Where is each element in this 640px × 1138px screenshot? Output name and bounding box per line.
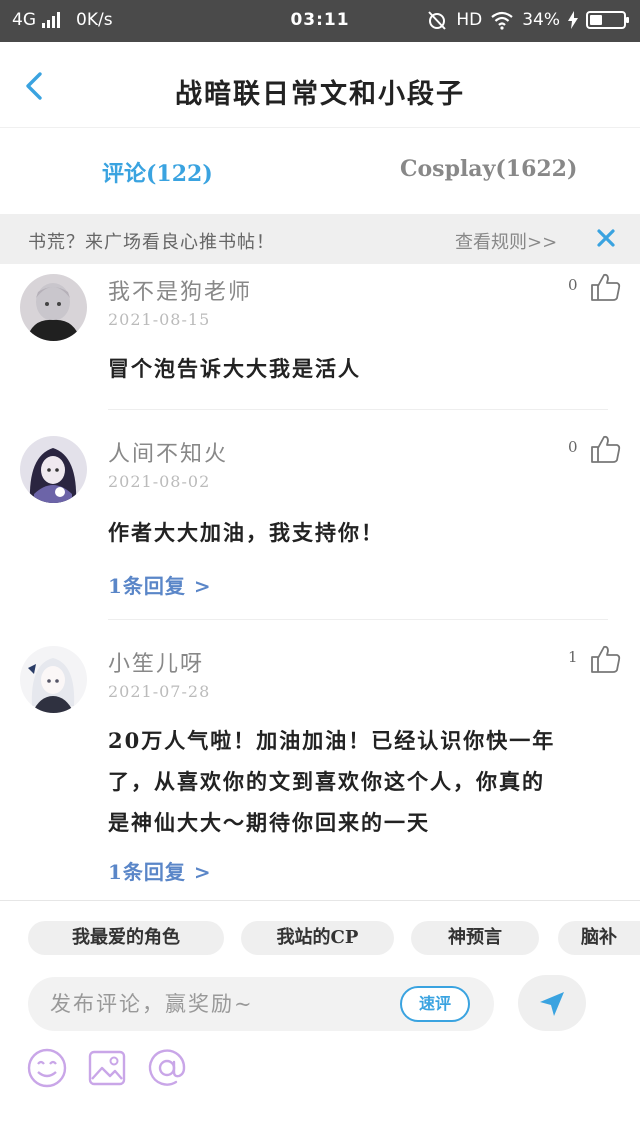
comment-date: 2021-07-28 [108, 682, 211, 701]
wifi-icon [491, 11, 513, 30]
reply-count-link[interactable]: 1条回复 > [108, 856, 212, 885]
like-count: 1 [568, 648, 578, 666]
alarm-off-icon [428, 11, 447, 30]
like-count: 0 [568, 438, 578, 456]
view-rules-link[interactable]: 查看规则>> [455, 228, 557, 254]
page-title: 战暗联日常文和小段子 [175, 79, 465, 110]
topic-chip[interactable]: 脑补 [558, 921, 640, 955]
tab-comments[interactable]: 评论(122) [102, 156, 213, 188]
comment-compose-panel: 我最爱的角色 我站的CP 神预言 脑补 速评 [0, 900, 640, 1138]
mention-icon[interactable] [146, 1047, 188, 1089]
thumbs-up-icon[interactable] [590, 644, 622, 674]
charging-icon [568, 11, 578, 29]
comment-input[interactable] [50, 988, 390, 1020]
status-bar: 4G 0K/s 03:11 HD 34% [0, 0, 640, 42]
comment-content-line: 20万人气啦！加油加油！已经认识你快一年 [108, 728, 556, 753]
avatar[interactable] [20, 646, 87, 713]
battery-icon [586, 11, 629, 29]
like-count: 0 [568, 276, 578, 294]
comment-content: 20万人气啦！加油加油！已经认识你快一年 了，从喜欢你的文到喜欢你这个人，你真的… [108, 720, 608, 843]
thumbs-up-icon[interactable] [590, 272, 622, 302]
quick-comment-button[interactable]: 速评 [400, 986, 470, 1022]
notice-message[interactable]: 书荒？来广场看良心推书帖！ [28, 228, 275, 254]
battery-percent: 34% [522, 10, 560, 30]
comment-content-line: 了，从喜欢你的文到喜欢你这个人，你真的 [108, 769, 545, 794]
comment-item: 人间不知火 2021-08-02 作者大大加油，我支持你！ 0 1条回复 > [0, 420, 640, 620]
thumbs-up-icon[interactable] [590, 434, 622, 464]
status-right: HD 34% [426, 9, 629, 31]
tab-cosplay[interactable]: Cosplay(1622) [400, 156, 577, 182]
avatar[interactable] [20, 274, 87, 341]
emoji-icon[interactable] [26, 1047, 68, 1089]
notice-banner: 书荒？来广场看良心推书帖！ 查看规则>> [0, 214, 640, 264]
comment-username[interactable]: 人间不知火 [108, 436, 228, 468]
send-icon [540, 992, 564, 1016]
header: 战暗联日常文和小段子 [0, 42, 640, 128]
comment-item: 我不是狗老师 2021-08-15 冒个泡告诉大大我是活人 0 [0, 264, 640, 410]
send-button[interactable] [518, 975, 586, 1031]
divider [108, 409, 608, 410]
tab-bar: 评论(122) Cosplay(1622) [0, 128, 640, 214]
comment-date: 2021-08-15 [108, 310, 211, 329]
comment-username[interactable]: 小笙儿呀 [108, 646, 204, 678]
comment-date: 2021-08-02 [108, 472, 211, 491]
avatar[interactable] [20, 436, 87, 503]
image-icon[interactable] [86, 1047, 128, 1089]
comment-content-line: 是神仙大大～期待你回来的一天 [108, 810, 430, 835]
comment-content: 冒个泡告诉大大我是活人 [108, 356, 361, 381]
divider [108, 619, 608, 620]
reply-count-link[interactable]: 1条回复 > [108, 570, 212, 599]
close-icon[interactable] [594, 226, 618, 250]
hd-label: HD [456, 10, 483, 30]
comment-input-box: 速评 [28, 977, 494, 1031]
comment-content: 作者大大加油，我支持你！ [108, 520, 384, 545]
topic-chip[interactable]: 我站的CP [241, 921, 394, 955]
comment-username[interactable]: 我不是狗老师 [108, 274, 252, 306]
topic-chip[interactable]: 神预言 [411, 921, 539, 955]
comment-item: 小笙儿呀 2021-07-28 20万人气啦！加油加油！已经认识你快一年 了，从… [0, 630, 640, 892]
topic-chip[interactable]: 我最爱的角色 [28, 921, 224, 955]
